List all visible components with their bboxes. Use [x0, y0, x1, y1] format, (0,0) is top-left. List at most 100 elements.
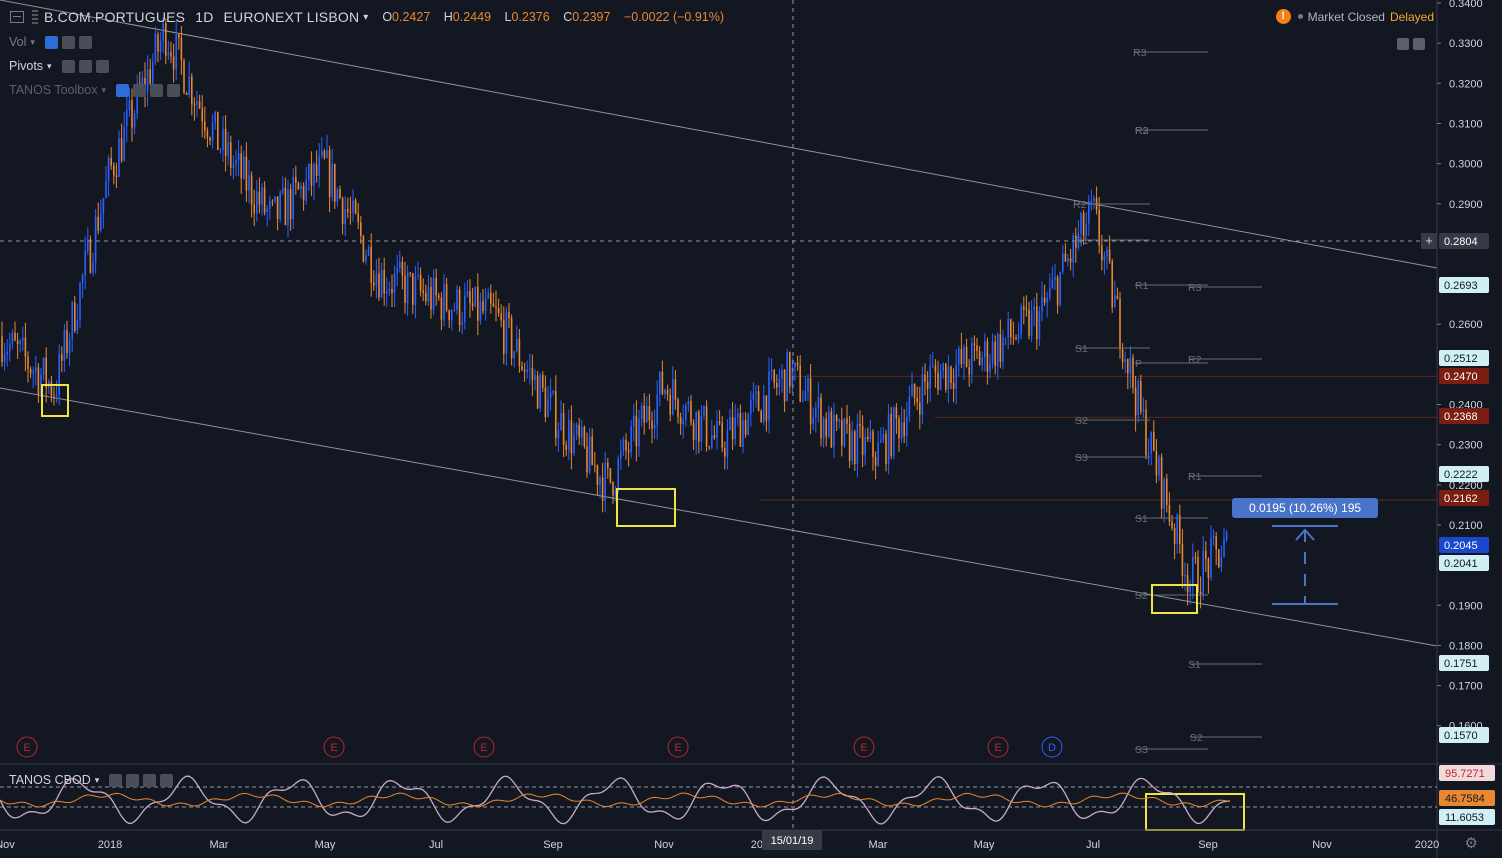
- candle-body: [274, 196, 276, 202]
- candle-body: [505, 312, 508, 354]
- settings-icon[interactable]: [61, 35, 75, 49]
- legend-cbod-label[interactable]: TANOS CBOD: [9, 773, 91, 787]
- visibility-icon[interactable]: [44, 35, 58, 49]
- chevron-down-icon[interactable]: ▾: [30, 37, 35, 48]
- osc-label: 11.6053: [1445, 812, 1484, 824]
- candle-body: [536, 375, 539, 409]
- candle-body: [812, 417, 814, 425]
- candle-body: [388, 288, 391, 292]
- legend-vol[interactable]: Vol ▾: [9, 35, 92, 49]
- candle-body: [794, 362, 796, 368]
- time-tick-label: May: [315, 839, 336, 851]
- candle-body: [1103, 255, 1106, 261]
- candle-body: [643, 405, 645, 423]
- candle-body: [1004, 337, 1007, 339]
- candle-body: [591, 436, 593, 466]
- candle-body: [913, 384, 916, 398]
- candle-body: [445, 284, 448, 311]
- symbol-name[interactable]: B.COM.PORTUGUES: [44, 9, 185, 25]
- market-status[interactable]: ! Market Closed Delayed: [1275, 9, 1434, 24]
- candle-body: [1168, 504, 1171, 522]
- candle-body: [877, 442, 879, 466]
- chevron-down-icon[interactable]: ▾: [95, 775, 100, 786]
- close-icon[interactable]: [95, 59, 109, 73]
- candle-body: [906, 416, 908, 437]
- legend-toolbox-label[interactable]: TANOS Toolbox: [9, 83, 97, 97]
- candle-body: [609, 468, 612, 483]
- menu-icon[interactable]: [10, 11, 24, 23]
- chevron-down-icon[interactable]: ▾: [47, 61, 52, 72]
- chevron-down-icon[interactable]: ▾: [101, 85, 106, 96]
- candle-body: [417, 274, 419, 277]
- candle-body: [586, 446, 588, 473]
- candle-body: [1220, 556, 1223, 568]
- interval[interactable]: 1D: [195, 9, 213, 25]
- osc-label: 95.7271: [1445, 768, 1485, 780]
- candle-body: [848, 423, 851, 461]
- candle-body: [825, 418, 827, 437]
- price-label-text: 0.2804: [1444, 236, 1478, 248]
- chevron-down-icon[interactable]: ▾: [363, 12, 368, 23]
- settings-icon[interactable]: [133, 83, 146, 97]
- candle-body: [22, 337, 24, 341]
- candle-body: [482, 301, 484, 312]
- candle-body: [739, 413, 742, 447]
- price-label-text: 0.2470: [1444, 371, 1478, 383]
- candle-body: [35, 367, 37, 372]
- price-label-text: 0.2512: [1444, 353, 1478, 365]
- legend-cbod[interactable]: TANOS CBOD ▾: [9, 773, 174, 787]
- collapse-pane-icon[interactable]: [1397, 38, 1409, 50]
- visibility-icon[interactable]: [61, 59, 75, 73]
- legend-pivots[interactable]: Pivots ▾: [9, 59, 109, 73]
- candle-body: [328, 149, 331, 198]
- candle-body: [81, 275, 84, 284]
- settings-icon[interactable]: [126, 773, 140, 787]
- close-icon[interactable]: [78, 35, 92, 49]
- candle-body: [651, 420, 653, 429]
- candle-body: [630, 426, 632, 453]
- chart-canvas[interactable]: R3R3R2R2R1R1 R3PS1R2S2S3R1S1S2S1S2S3+0.01…: [0, 0, 1502, 858]
- candle-body: [308, 164, 310, 180]
- settings-icon[interactable]: [78, 59, 92, 73]
- candle-body: [978, 351, 981, 366]
- osc-line-fast: [0, 775, 1231, 825]
- candle-body: [391, 288, 393, 294]
- candle-body: [531, 368, 534, 381]
- candle-body: [27, 356, 29, 369]
- candle-body: [19, 340, 21, 345]
- pivot-label: S1: [1188, 659, 1201, 671]
- candle-body: [432, 277, 435, 310]
- candle-body: [373, 282, 375, 286]
- source-code-icon[interactable]: [143, 773, 157, 787]
- time-tick-label: Sep: [1198, 839, 1218, 851]
- candle-body: [648, 406, 651, 421]
- close-icon[interactable]: [160, 773, 174, 787]
- high-label: H: [443, 10, 453, 24]
- visibility-icon[interactable]: [116, 83, 129, 97]
- candle-body: [622, 439, 625, 452]
- close-icon[interactable]: [167, 83, 180, 97]
- source-code-icon[interactable]: [150, 83, 163, 97]
- legend-toolbox[interactable]: TANOS Toolbox ▾: [9, 83, 180, 97]
- legend-pivots-label[interactable]: Pivots: [9, 59, 43, 73]
- candle-body: [763, 395, 765, 423]
- candle-body: [1119, 298, 1121, 350]
- candle-body: [227, 142, 229, 157]
- gear-icon[interactable]: ⚙: [1465, 834, 1478, 852]
- price-label-text: 0.2693: [1444, 280, 1478, 292]
- candle-body: [747, 414, 749, 435]
- warning-icon[interactable]: !: [1275, 9, 1291, 24]
- candle-body: [926, 382, 929, 389]
- candle-body: [846, 418, 848, 424]
- legend-vol-label[interactable]: Vol: [9, 35, 26, 49]
- drag-handle-icon[interactable]: [32, 10, 38, 24]
- exchange[interactable]: EURONEXT LISBON: [224, 9, 360, 25]
- visibility-icon[interactable]: [109, 773, 123, 787]
- candle-body: [900, 422, 903, 439]
- osc-line-slow: [0, 792, 1231, 808]
- candle-body: [370, 246, 372, 283]
- candle-body: [323, 151, 326, 158]
- price-tick-label: 0.1800: [1449, 640, 1483, 652]
- candle-body: [674, 379, 677, 400]
- maximize-pane-icon[interactable]: [1413, 38, 1425, 50]
